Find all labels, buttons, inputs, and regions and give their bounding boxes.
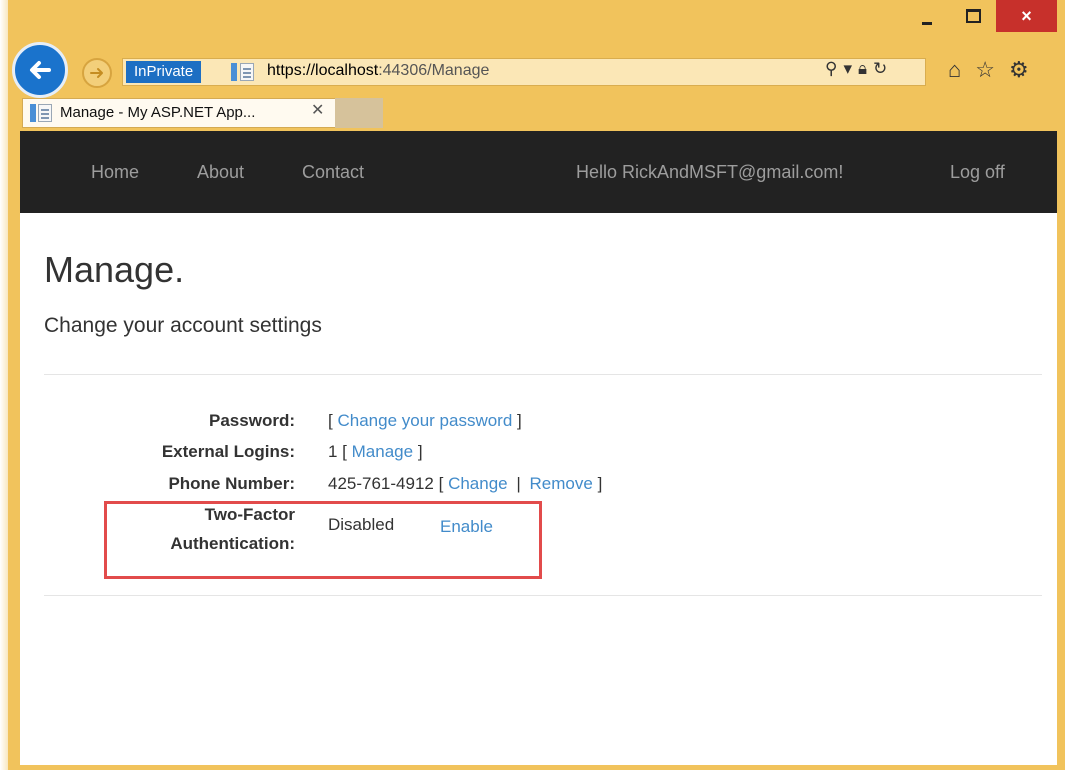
phone-number-label: Phone Number: (168, 474, 295, 493)
change-password-link[interactable]: Change your password (337, 411, 512, 430)
minimize-icon (922, 21, 932, 25)
window-left-fade (0, 0, 8, 770)
inprivate-badge: InPrivate (126, 61, 202, 83)
tab-favicon-stripe (30, 104, 36, 122)
divider-bottom (44, 595, 1042, 596)
nav-logoff-link[interactable]: Log off (950, 162, 1005, 183)
maximize-button[interactable] (950, 0, 996, 32)
favorites-star-icon[interactable]: ☆ (975, 57, 995, 83)
page-title: Manage. (44, 249, 185, 290)
window-bottom-frame (20, 765, 1057, 770)
dropdown-icon[interactable]: ▾ (843, 59, 852, 79)
manage-logins-link[interactable]: Manage (352, 442, 413, 461)
change-phone-link[interactable]: Change (448, 474, 508, 493)
back-arrow-icon (30, 61, 51, 79)
tab-title: Manage - My ASP.NET App... (60, 104, 256, 121)
forward-button[interactable] (82, 58, 112, 88)
divider-top (44, 374, 1042, 375)
tab-close-icon[interactable]: ✕ (311, 100, 324, 120)
two-factor-highlight-box (104, 501, 542, 579)
search-icon[interactable]: ⚲ (825, 59, 837, 79)
page-icon (240, 63, 254, 81)
address-bar-icons: ⚲ ▾ 🔒︎ ↻ (825, 59, 887, 79)
external-logins-value: 1 [ Manage ] (328, 442, 423, 461)
nav-greeting-link[interactable]: Hello RickAndMSFT@gmail.com! (576, 162, 843, 183)
forward-arrow-icon (90, 68, 103, 78)
close-icon: × (1021, 5, 1032, 26)
nav-contact-link[interactable]: Contact (302, 162, 364, 183)
new-tab-button[interactable] (335, 98, 383, 128)
password-label: Password: (209, 411, 295, 430)
page-subtitle: Change your account settings (44, 314, 322, 337)
nav-home-link[interactable]: Home (91, 162, 139, 183)
lock-icon[interactable]: 🔒︎ (858, 59, 867, 79)
site-navbar (20, 131, 1057, 213)
password-value: [ Change your password ] (328, 411, 522, 430)
remove-phone-link[interactable]: Remove (530, 474, 593, 493)
tab-page-icon (38, 104, 52, 122)
url-text[interactable]: https://localhost:44306/Manage (267, 62, 489, 80)
site-stripe (231, 63, 237, 81)
minimize-button[interactable] (904, 0, 950, 32)
phone-number-value: 425-761-4912 [ Change | Remove ] (328, 474, 603, 493)
toolbar-icons: ⌂ ☆ ⚙ (948, 57, 1029, 83)
settings-gear-icon[interactable]: ⚙ (1009, 57, 1029, 83)
maximize-icon (965, 9, 981, 23)
refresh-icon[interactable]: ↻ (873, 59, 887, 79)
home-icon[interactable]: ⌂ (948, 57, 961, 83)
external-logins-label: External Logins: (161, 442, 295, 461)
back-button[interactable] (12, 42, 68, 98)
nav-about-link[interactable]: About (197, 162, 244, 183)
close-window-button[interactable]: × (996, 0, 1057, 32)
